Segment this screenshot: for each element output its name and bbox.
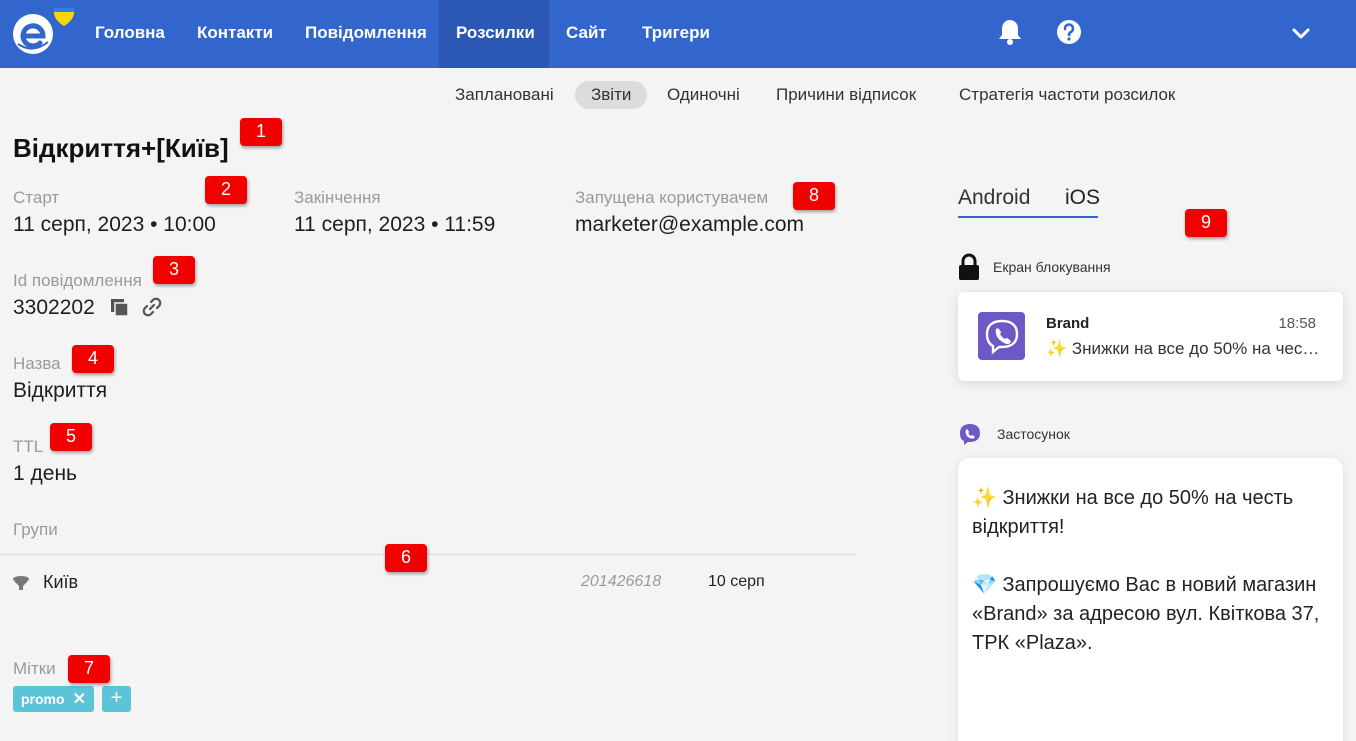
marker-badge: 6 — [385, 544, 427, 572]
marker-badge: 8 — [793, 182, 835, 210]
message-id-label: Id повідомлення — [13, 271, 142, 290]
subnav-frequency-strategy[interactable]: Стратегія частоти розсилок — [943, 81, 1191, 109]
notification-brand: Brand — [1046, 315, 1090, 332]
groups-label: Групи — [13, 520, 58, 539]
marker-badge: 9 — [1185, 209, 1227, 237]
tabs-underline — [958, 216, 1098, 218]
tab-android[interactable]: Android — [958, 186, 1030, 214]
marker-badge: 2 — [205, 176, 247, 204]
nav-item-home[interactable]: Головна — [78, 0, 182, 68]
ttl-label: TTL — [13, 437, 44, 456]
tags-label: Мітки — [13, 659, 56, 678]
viber-icon — [958, 422, 982, 446]
start-label: Старт — [13, 188, 60, 207]
subnav-single[interactable]: Одиночні — [651, 81, 756, 109]
subnav-scheduled[interactable]: Заплановані — [439, 81, 570, 109]
nav-item-triggers[interactable]: Тригери — [625, 0, 727, 68]
subnav-reports[interactable]: Звіти — [575, 81, 648, 109]
close-icon[interactable]: ✕ — [73, 687, 86, 713]
nav-item-contacts[interactable]: Контакти — [180, 0, 290, 68]
app-message-paragraph: 💎 Запрошуємо Вас в новий магазин «Brand»… — [972, 574, 1320, 654]
marker-badge: 4 — [72, 345, 114, 373]
lock-icon — [958, 253, 980, 281]
group-id: 201426618 — [581, 573, 662, 590]
tab-ios[interactable]: iOS — [1065, 186, 1100, 214]
subnav-unsubscribe-reasons[interactable]: Причини відписок — [760, 81, 932, 109]
start-value: 11 серп, 2023 • 10:00 — [13, 213, 216, 236]
tag-label: promo — [21, 691, 65, 707]
nav-item-campaigns[interactable]: Розсилки — [439, 0, 549, 68]
marker-badge: 1 — [240, 118, 282, 146]
copy-icon[interactable] — [109, 297, 131, 319]
ttl-value: 1 день — [13, 462, 77, 485]
link-icon[interactable] — [141, 296, 163, 318]
add-tag-button[interactable]: + — [102, 686, 131, 712]
bell-icon[interactable] — [997, 18, 1025, 46]
marker-badge: 3 — [153, 256, 195, 284]
launched-by-label: Запущена користувачем — [575, 188, 769, 207]
groups-divider — [0, 554, 856, 555]
marker-badge: 7 — [68, 655, 110, 683]
notification-time: 18:58 — [1278, 315, 1316, 332]
page-title: Відкриття+[Київ] — [13, 133, 229, 163]
group-name: Київ — [43, 572, 79, 592]
nav-item-site[interactable]: Сайт — [549, 0, 624, 68]
chevron-down-icon[interactable] — [1290, 22, 1312, 44]
nav-item-messages[interactable]: Повідомлення — [288, 0, 444, 68]
end-label: Закінчення — [294, 188, 381, 207]
app-message-preview: ✨ Знижки на все до 50% на честь відкритт… — [958, 458, 1343, 741]
tag-promo[interactable]: promo ✕ — [13, 686, 94, 712]
message-id-value: 3302202 — [13, 296, 95, 319]
app-label: Застосунок — [997, 426, 1070, 442]
marker-badge: 5 — [50, 423, 92, 451]
notification-text: ✨ Знижки на все до 50% на честь відкритт… — [1046, 339, 1321, 358]
name-value: Відкриття — [13, 379, 108, 402]
top-navigation-bar: Головна Контакти Повідомлення Розсилки С… — [0, 0, 1356, 68]
group-row[interactable]: Київ 201426618 10 серп — [0, 565, 856, 601]
help-icon[interactable] — [1056, 19, 1084, 47]
group-date: 10 серп — [708, 573, 765, 590]
filter-icon — [12, 574, 30, 592]
logo-icon[interactable] — [12, 2, 76, 58]
app-message-paragraph: ✨ Знижки на все до 50% на честь відкритт… — [972, 487, 1294, 538]
lock-screen-label: Екран блокування — [993, 259, 1111, 275]
name-label: Назва — [13, 354, 61, 373]
launched-by-value: marketer@example.com — [575, 213, 805, 236]
end-value: 11 серп, 2023 • 11:59 — [294, 213, 496, 236]
viber-icon — [978, 312, 1025, 360]
lock-screen-notification: Brand 18:58 ✨ Знижки на все до 50% на че… — [958, 292, 1343, 381]
